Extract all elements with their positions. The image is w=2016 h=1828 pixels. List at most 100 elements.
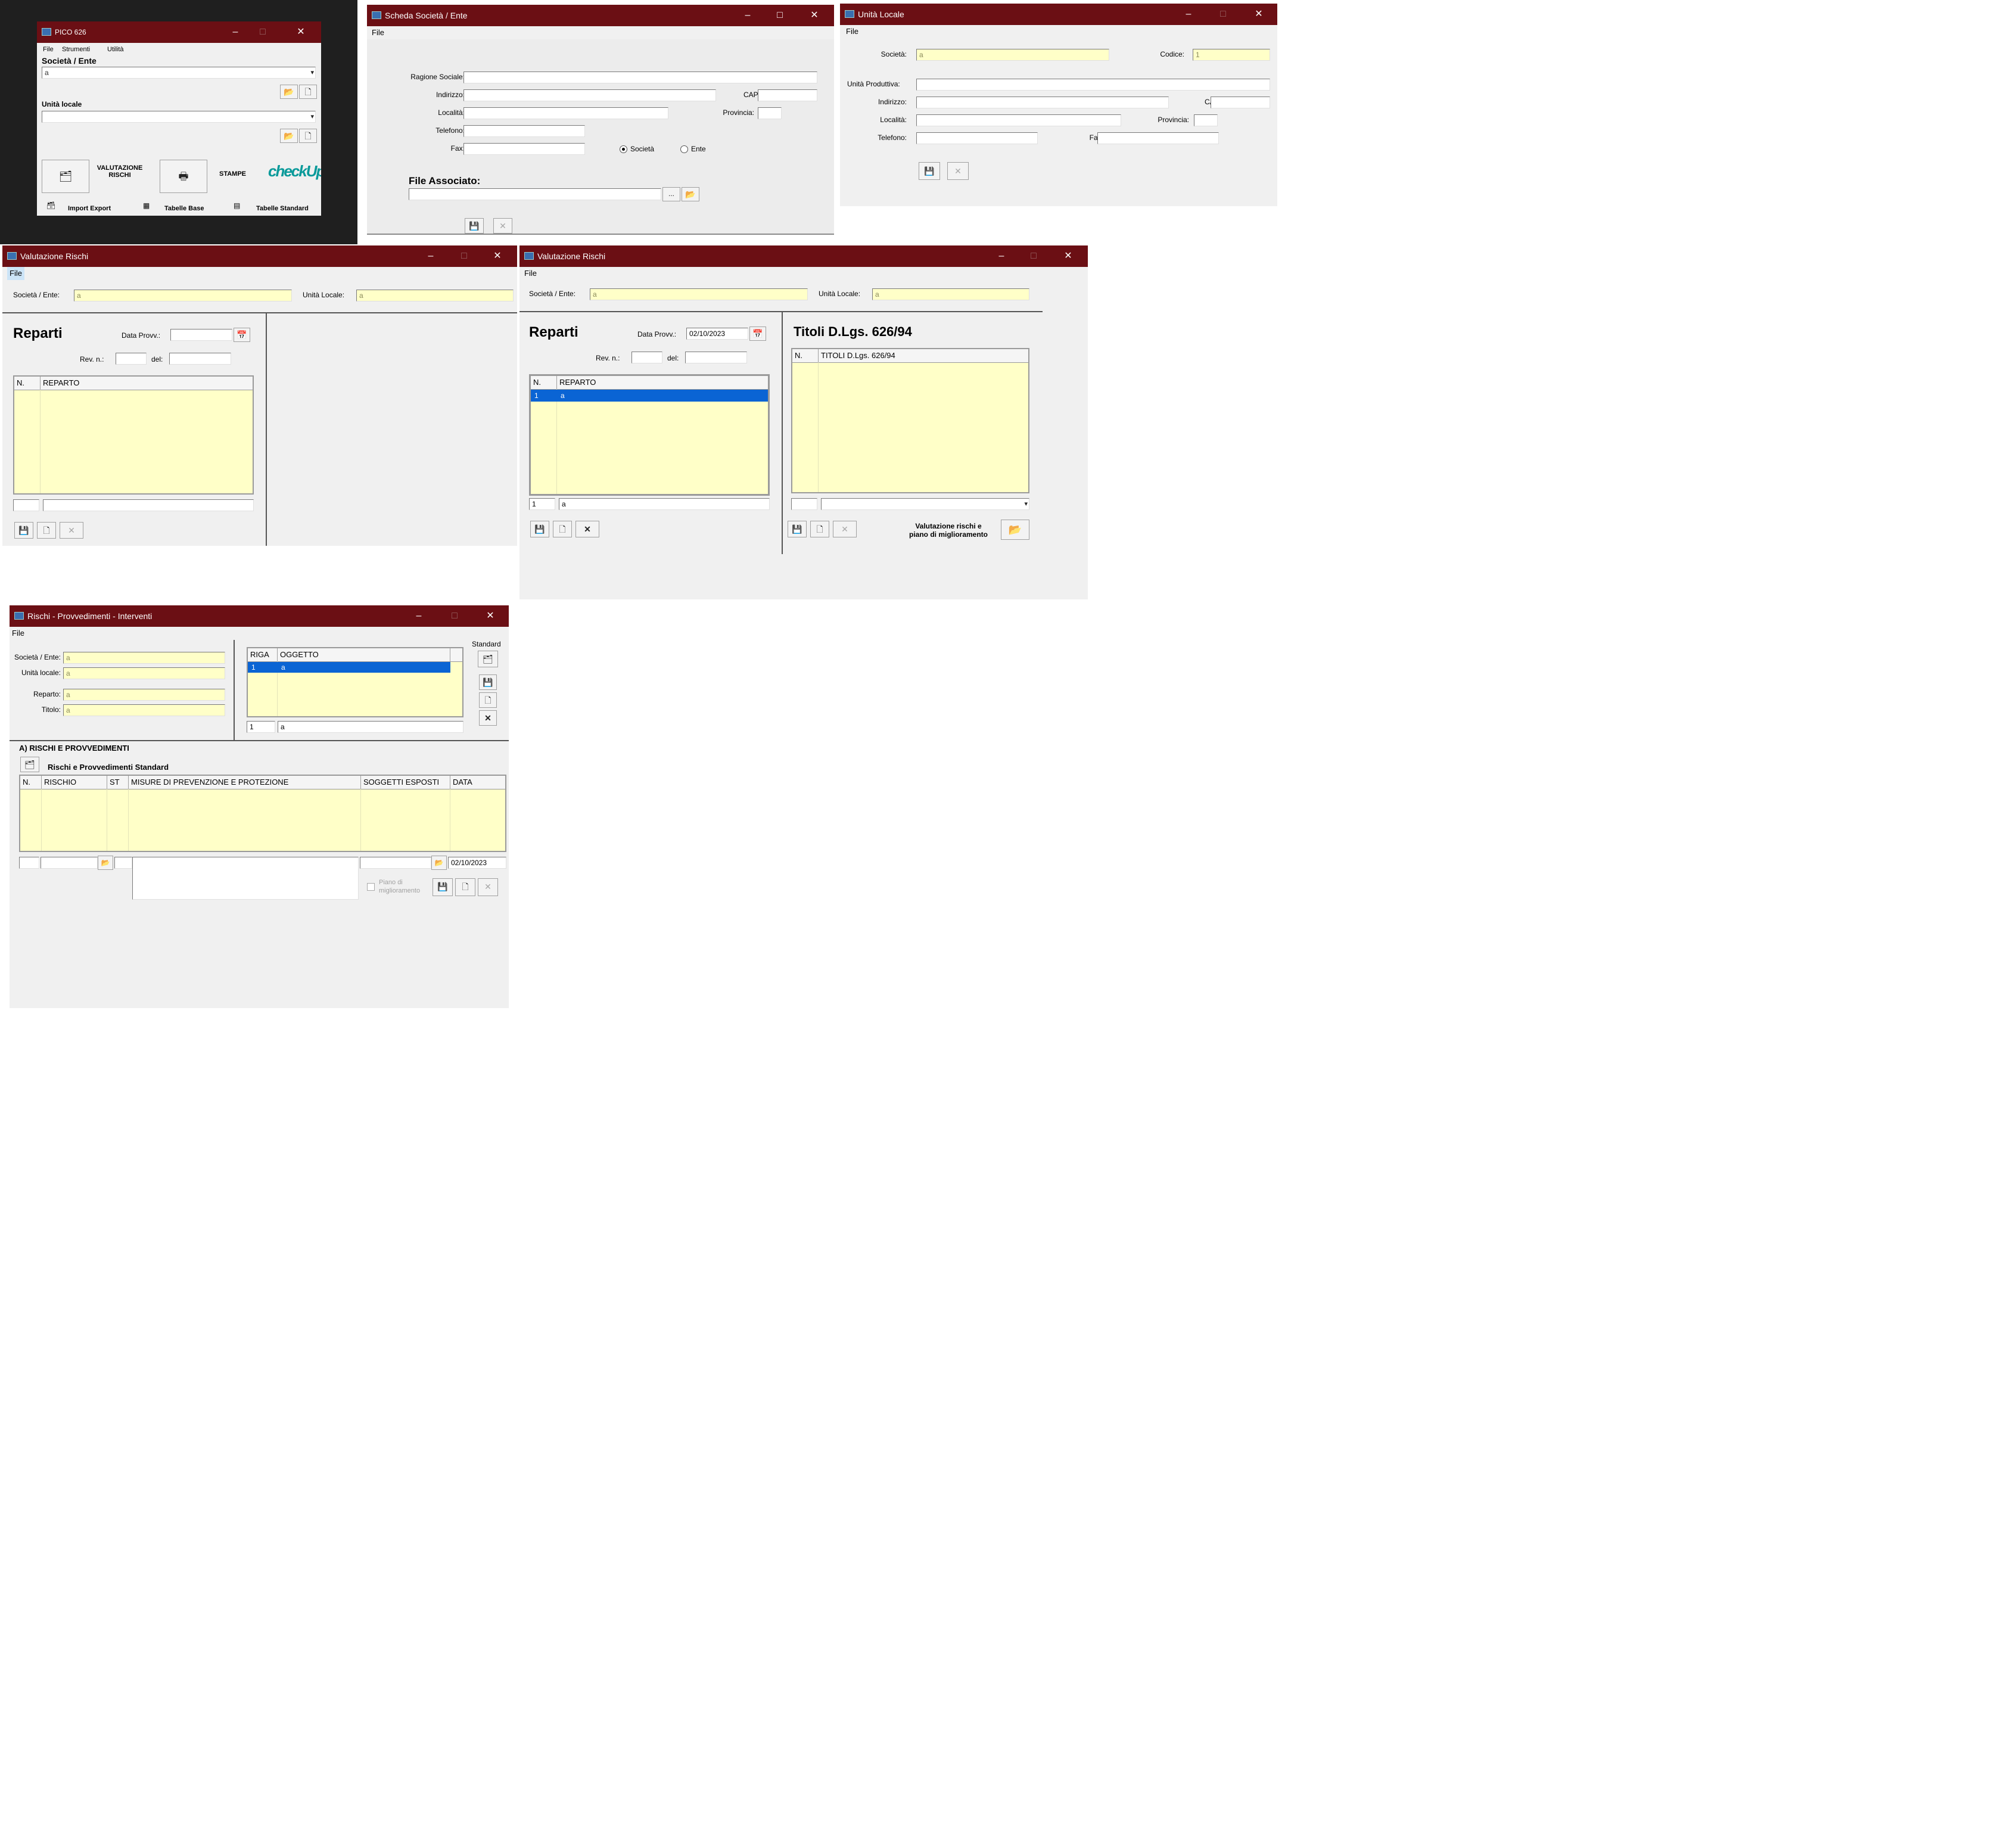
menu-file[interactable]: File xyxy=(12,627,24,640)
new-unita-button[interactable]: 🗋 xyxy=(299,129,317,143)
cap-input[interactable] xyxy=(758,89,817,101)
maximize-button[interactable]: □ xyxy=(1209,4,1237,25)
societa-combo[interactable]: a xyxy=(42,67,316,79)
localita-input[interactable] xyxy=(916,114,1121,126)
edit-titolo-n-input[interactable] xyxy=(791,498,817,510)
table-row[interactable]: 1 a xyxy=(531,390,768,402)
new-oggetto-button[interactable]: 🗋 xyxy=(479,692,497,708)
edit-misure-input[interactable] xyxy=(132,857,359,900)
soggetti-folder-button[interactable]: 📂 xyxy=(431,856,447,870)
delete-titolo-button[interactable]: ✕ xyxy=(833,521,857,537)
rischio-folder-button[interactable]: 📂 xyxy=(98,856,113,870)
tabelle-standard-link[interactable]: Tabelle Standard xyxy=(256,205,309,212)
table-row[interactable]: 1 a xyxy=(248,662,450,673)
titoli-grid[interactable]: N. TITOLI D.Lgs. 626/94 xyxy=(791,348,1029,493)
maximize-button[interactable]: □ xyxy=(249,21,276,43)
edit-n-input[interactable]: 1 xyxy=(529,498,555,510)
save-button[interactable]: 💾 xyxy=(14,522,33,539)
stampe-button[interactable]: 🖶 xyxy=(160,160,207,193)
fax-input[interactable] xyxy=(1097,132,1219,144)
indirizzo-input[interactable] xyxy=(916,97,1169,108)
menu-file[interactable]: File xyxy=(7,267,24,280)
open-unita-button[interactable]: 📂 xyxy=(280,129,298,143)
edit-st-input[interactable] xyxy=(114,857,132,869)
new-titolo-button[interactable]: 🗋 xyxy=(810,521,829,537)
delete-rischio-button[interactable]: ✕ xyxy=(478,878,498,896)
radio-ente[interactable] xyxy=(680,145,688,153)
tabelle-base-link[interactable]: Tabelle Base xyxy=(164,205,204,212)
close-button[interactable]: ✕ xyxy=(801,5,828,26)
close-button[interactable]: ✕ xyxy=(477,605,504,627)
minimize-button[interactable]: – xyxy=(405,605,433,627)
import-export-link[interactable]: Import Export xyxy=(68,205,111,212)
ragione-input[interactable] xyxy=(463,71,817,83)
titolo-combo[interactable] xyxy=(821,498,1029,510)
maximize-button[interactable]: □ xyxy=(450,245,478,267)
calendar-button[interactable]: 📅 xyxy=(234,328,250,342)
close-button[interactable]: ✕ xyxy=(484,245,511,267)
del-input[interactable] xyxy=(685,352,747,363)
reparti-grid[interactable]: N. REPARTO xyxy=(13,375,254,495)
edit-data-input[interactable]: 02/10/2023 xyxy=(448,857,506,869)
data-provv-input[interactable]: 02/10/2023 xyxy=(686,328,748,340)
edit-rischio-input[interactable] xyxy=(41,857,98,869)
rischi-std-button[interactable]: 🗂 xyxy=(20,757,39,772)
valutazione-button[interactable]: 🗂 xyxy=(42,160,89,193)
data-provv-input[interactable] xyxy=(170,329,232,341)
menu-file[interactable]: File xyxy=(524,267,537,280)
new-rischio-button[interactable]: 🗋 xyxy=(455,878,475,896)
provincia-input[interactable] xyxy=(758,107,782,119)
open-folder-button[interactable]: 📂 xyxy=(682,187,699,201)
standard-button[interactable]: 🗂 xyxy=(478,651,498,667)
provincia-input[interactable] xyxy=(1194,114,1218,126)
edit-n-input[interactable] xyxy=(13,499,39,511)
telefono-input[interactable] xyxy=(463,125,585,137)
maximize-button[interactable]: □ xyxy=(441,605,468,627)
open-societa-button[interactable]: 📂 xyxy=(280,85,298,99)
save-titolo-button[interactable]: 💾 xyxy=(788,521,807,537)
menu-file[interactable]: File xyxy=(846,25,858,38)
close-button[interactable]: ✕ xyxy=(287,21,315,43)
edit-soggetti-input[interactable] xyxy=(360,857,431,869)
minimize-button[interactable]: – xyxy=(988,245,1015,267)
maximize-button[interactable]: □ xyxy=(766,5,794,26)
unita-produttiva-input[interactable] xyxy=(916,79,1270,91)
oggetto-grid[interactable]: RIGA OGGETTO 1 a xyxy=(247,647,463,717)
save-rischio-button[interactable]: 💾 xyxy=(433,878,453,896)
piano-checkbox[interactable] xyxy=(367,883,375,891)
cancel-button[interactable]: ✕ xyxy=(947,162,969,180)
rischi-grid[interactable]: N. RISCHIO ST MISURE DI PREVENZIONE E PR… xyxy=(19,775,506,852)
rev-input[interactable] xyxy=(631,352,662,363)
browse-button[interactable]: ... xyxy=(662,187,680,201)
calendar-button[interactable]: 📅 xyxy=(749,327,766,341)
file-associato-input[interactable] xyxy=(409,188,661,200)
edit-reparto-input[interactable]: a xyxy=(559,498,770,510)
new-button[interactable]: 🗋 xyxy=(37,522,56,539)
fax-input[interactable] xyxy=(463,143,585,155)
save-button[interactable]: 💾 xyxy=(465,218,484,234)
minimize-button[interactable]: – xyxy=(222,21,249,43)
reparti-grid[interactable]: N. REPARTO 1 a xyxy=(529,374,770,496)
rev-input[interactable] xyxy=(116,353,147,365)
menu-file[interactable]: File xyxy=(43,43,54,56)
radio-societa[interactable] xyxy=(620,145,627,153)
save-oggetto-button[interactable]: 💾 xyxy=(479,674,497,690)
new-societa-button[interactable]: 🗋 xyxy=(299,85,317,99)
edit-rischio-n-input[interactable] xyxy=(19,857,39,869)
maximize-button[interactable]: □ xyxy=(1020,245,1047,267)
edit-reparto-input[interactable] xyxy=(43,499,254,511)
new-button[interactable]: 🗋 xyxy=(553,521,572,537)
edit-riga-input[interactable]: 1 xyxy=(247,721,275,733)
del-input[interactable] xyxy=(169,353,231,365)
delete-button[interactable]: ✕ xyxy=(60,522,83,539)
close-button[interactable]: ✕ xyxy=(1054,245,1082,267)
menu-utilita[interactable]: Utilità xyxy=(107,43,124,56)
edit-oggetto-input[interactable]: a xyxy=(278,721,463,733)
cap-input[interactable] xyxy=(1211,97,1270,108)
localita-input[interactable] xyxy=(463,107,668,119)
minimize-button[interactable]: – xyxy=(734,5,761,26)
menu-strumenti[interactable]: Strumenti xyxy=(62,43,90,56)
minimize-button[interactable]: – xyxy=(417,245,444,267)
minimize-button[interactable]: – xyxy=(1175,4,1202,25)
save-button[interactable]: 💾 xyxy=(530,521,549,537)
